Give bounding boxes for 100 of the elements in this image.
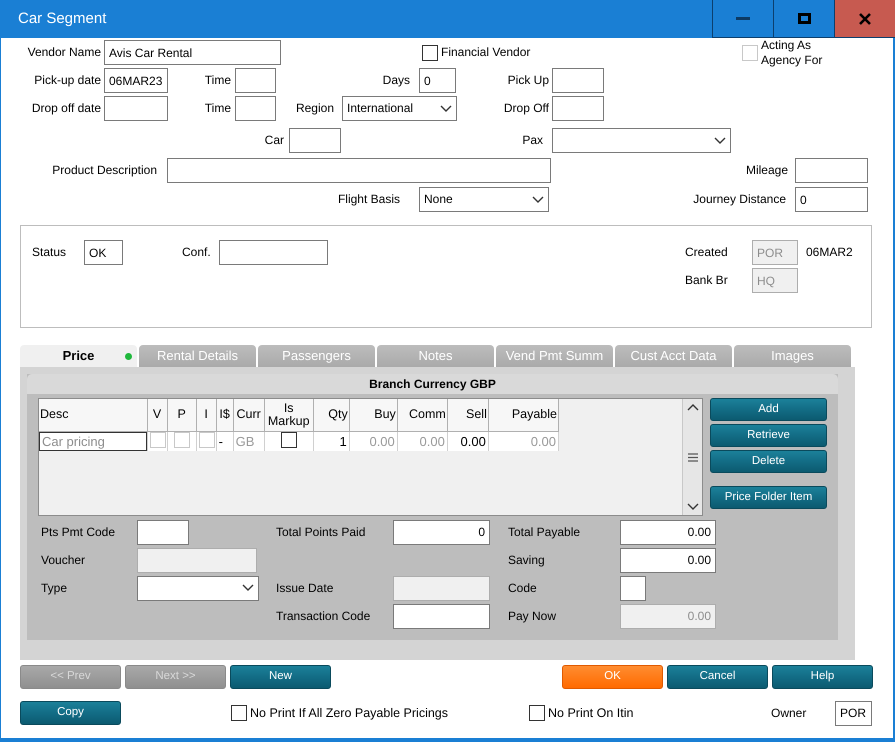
chevron-down-icon: [686, 503, 698, 511]
field-label: Total Payable: [508, 524, 582, 540]
field-label: Total Points Paid: [276, 524, 366, 540]
field-label: Time: [204, 101, 231, 116]
checkbox[interactable]: [231, 705, 247, 721]
field-label: Saving: [508, 552, 546, 568]
text-field[interactable]: [235, 68, 276, 93]
field-label: Mileage: [744, 162, 788, 178]
text-field[interactable]: Avis Car Rental: [104, 40, 281, 65]
table-cell-text: 1: [338, 434, 347, 450]
text-field[interactable]: POR: [835, 700, 872, 726]
field-label: Car: [264, 133, 284, 148]
field-label: Flight Basis: [336, 192, 400, 207]
text-field[interactable]: [552, 96, 604, 121]
text-field[interactable]: [104, 96, 168, 121]
field-label: Status: [32, 245, 68, 260]
field-label: Code: [508, 580, 538, 596]
field-label: Region: [294, 101, 334, 116]
column-header[interactable]: V: [147, 399, 168, 431]
minimize-icon: [736, 16, 750, 20]
dropdown[interactable]: International: [342, 96, 457, 121]
grip-icon: [688, 452, 698, 462]
table-cell-text: GB: [236, 434, 256, 450]
column-header[interactable]: Curr: [233, 399, 264, 431]
window-title: Car Segment: [18, 10, 106, 28]
checkbox-label: No Print On Itin: [548, 706, 634, 720]
close-button[interactable]: [834, 0, 895, 38]
chevron-down-icon: [440, 104, 452, 112]
table-cell-text: -: [218, 434, 224, 450]
field-label: Bank Br: [685, 273, 729, 288]
maximize-button[interactable]: [773, 0, 834, 38]
checkbox[interactable]: [422, 44, 438, 60]
field-label: Time: [204, 73, 231, 88]
column-header[interactable]: Comm: [397, 399, 448, 431]
field-label: Vendor Name: [26, 45, 101, 60]
text-field[interactable]: [235, 96, 276, 121]
checkbox-label: Acting As Agency For: [761, 38, 824, 68]
column-header[interactable]: Qty: [313, 399, 350, 431]
action-button[interactable]: Delete: [710, 450, 827, 473]
field-label: Pts Pmt Code: [41, 524, 116, 540]
text-field[interactable]: [167, 158, 551, 182]
field-label: Issue Date: [276, 580, 334, 596]
column-header[interactable]: Sell: [447, 399, 488, 431]
table-cell-text: 0.00: [530, 434, 556, 450]
text-field[interactable]: [795, 158, 868, 182]
table-cell-text: 0.00: [460, 434, 486, 450]
action-button[interactable]: Price Folder Item: [710, 486, 827, 509]
text-field[interactable]: 0: [393, 520, 490, 544]
column-header[interactable]: I: [196, 399, 216, 431]
checkbox[interactable]: [280, 432, 297, 448]
minimize-button[interactable]: [712, 0, 773, 38]
action-button[interactable]: Retrieve: [710, 424, 827, 447]
dropdown[interactable]: None: [419, 187, 549, 212]
column-header[interactable]: Payable: [488, 399, 558, 431]
text-field[interactable]: [219, 240, 328, 265]
text-field[interactable]: 0: [419, 68, 456, 93]
text-field[interactable]: 0: [795, 187, 868, 212]
text-field[interactable]: [137, 520, 189, 544]
text-field[interactable]: 0.00: [620, 548, 716, 572]
checkbox-label: Financial Vendor: [441, 45, 532, 60]
copy-button[interactable]: Copy: [20, 701, 121, 725]
column-header[interactable]: P: [167, 399, 196, 431]
text-field[interactable]: 0.00: [620, 520, 716, 544]
nav-button[interactable]: Help: [772, 665, 873, 689]
text-field[interactable]: OK: [84, 240, 123, 265]
chevron-up-icon: [686, 403, 698, 411]
chevron-down-icon: [532, 196, 544, 204]
column-header[interactable]: Buy: [349, 399, 398, 431]
scrollbar[interactable]: [682, 399, 702, 515]
nav-button[interactable]: Cancel: [667, 665, 768, 689]
column-header[interactable]: Desc: [39, 399, 148, 431]
date-text: 06MAR2: [806, 245, 854, 260]
column-header[interactable]: Is Markup: [264, 399, 314, 431]
table-cell-text: 0.00: [418, 434, 445, 450]
field-label: Product Description: [51, 162, 157, 178]
field-label: Pax: [521, 133, 543, 148]
table-cell-text: 0.00: [368, 434, 395, 450]
field-label: Journey Distance: [692, 192, 786, 207]
dropdown[interactable]: [552, 128, 731, 153]
field-label: Pick Up: [506, 73, 549, 88]
action-button[interactable]: Add: [710, 398, 827, 421]
text-field[interactable]: 06MAR23: [104, 68, 168, 93]
field-label: Pick-up date: [33, 73, 101, 88]
column-header[interactable]: I$: [216, 399, 234, 431]
close-icon: [858, 12, 872, 24]
text-field[interactable]: [393, 604, 490, 628]
field-label: Pay Now: [508, 608, 558, 624]
chevron-down-icon: [714, 136, 726, 144]
tab[interactable]: Price: [20, 345, 137, 367]
text-field[interactable]: [552, 68, 604, 93]
text-field[interactable]: [620, 576, 646, 600]
nav-button[interactable]: New: [230, 665, 331, 689]
field-label: Drop off date: [30, 101, 101, 116]
field-label: Voucher: [41, 552, 86, 568]
chevron-down-icon: [242, 584, 254, 592]
text-field[interactable]: [289, 128, 341, 153]
field-label: Transaction Code: [276, 608, 372, 624]
dropdown[interactable]: [137, 576, 259, 600]
checkbox[interactable]: [529, 705, 545, 721]
field-label: Drop Off: [502, 101, 549, 116]
